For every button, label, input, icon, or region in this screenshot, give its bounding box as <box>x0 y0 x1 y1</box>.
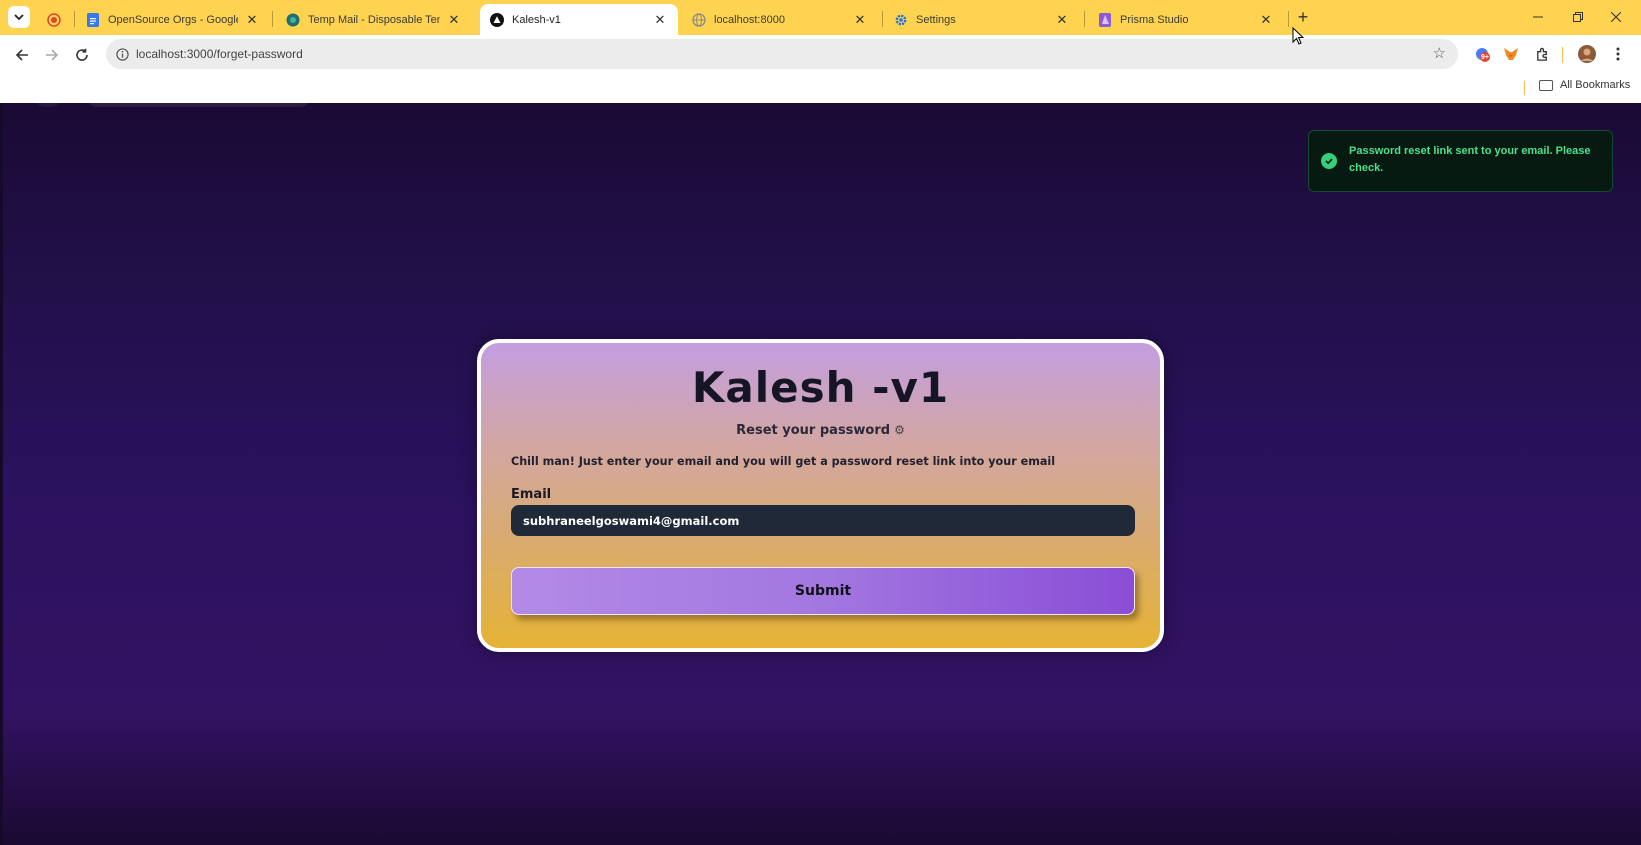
tab-title: Temp Mail - Disposable Tempor <box>308 13 440 26</box>
reload-button[interactable] <box>70 43 94 67</box>
settings-gear-icon <box>894 13 908 27</box>
tab-separator <box>1084 11 1085 27</box>
extensions-button[interactable] <box>1531 43 1553 65</box>
mouse-cursor-icon <box>1292 27 1304 45</box>
tab-separator <box>74 11 75 27</box>
tab-temp-mail[interactable]: Temp Mail - Disposable Tempor ✕ <box>276 4 472 35</box>
tab-separator <box>882 11 883 27</box>
card-subtitle: Reset your password ⚙ <box>481 423 1160 438</box>
tab-recording[interactable] <box>40 4 72 35</box>
toast-message: Password reset link sent to your email. … <box>1349 145 1591 174</box>
kebab-menu-icon <box>1616 47 1620 61</box>
vercel-triangle-icon <box>490 12 504 27</box>
restore-button[interactable] <box>1565 6 1591 28</box>
forget-password-card: Kalesh -v1 Reset your password ⚙ Chill ma… <box>477 339 1164 652</box>
minimize-button[interactable] <box>1525 6 1551 28</box>
toolbar-divider <box>1562 47 1563 63</box>
close-window-button[interactable] <box>1603 6 1629 28</box>
bookmarks-divider <box>1524 81 1525 95</box>
recording-icon <box>47 12 61 27</box>
extension-badge-button[interactable]: 9+ <box>1471 43 1493 65</box>
page-viewport: Password reset link sent to your email. … <box>3 103 1641 845</box>
tab-title: localhost:8000 <box>714 13 785 26</box>
check-circle-icon <box>1321 153 1337 169</box>
google-docs-icon <box>86 12 100 27</box>
tab-title: Settings <box>916 13 956 26</box>
all-bookmarks-label: All Bookmarks <box>1560 79 1631 91</box>
folder-icon <box>1539 79 1553 91</box>
tab-settings[interactable]: Settings ✕ <box>884 4 1080 35</box>
profile-avatar[interactable] <box>1576 43 1598 65</box>
plus-icon: + <box>1297 6 1309 27</box>
tab-localhost-8000[interactable]: localhost:8000 ✕ <box>682 4 878 35</box>
metamask-extension[interactable] <box>1500 43 1522 65</box>
address-bar[interactable]: localhost:3000/forget-password ☆ <box>106 39 1458 69</box>
bookmarks-bar: All Bookmarks <box>0 73 1641 103</box>
all-bookmarks-button[interactable]: All Bookmarks <box>1539 79 1630 91</box>
tab-title: OpenSource Orgs - Google Doc <box>108 13 238 26</box>
arrow-right-icon <box>46 49 59 61</box>
browser-menu-button[interactable] <box>1607 43 1629 65</box>
forward-button[interactable] <box>40 43 64 67</box>
minimize-icon <box>1533 16 1543 18</box>
submit-button[interactable]: Submit <box>511 567 1135 615</box>
tab-title: Kalesh-v1 <box>512 13 561 26</box>
tab-google-docs[interactable]: OpenSource Orgs - Google Doc ✕ <box>76 4 270 35</box>
close-icon[interactable]: ✕ <box>652 12 668 28</box>
close-icon[interactable]: ✕ <box>244 12 260 28</box>
success-toast: Password reset link sent to your email. … <box>1308 130 1613 192</box>
back-button[interactable] <box>10 43 34 67</box>
bookmark-star-icon[interactable]: ☆ <box>1433 44 1446 62</box>
fox-icon <box>1504 48 1518 60</box>
close-icon <box>1611 12 1621 22</box>
restore-icon <box>1573 12 1583 22</box>
app-title: Kalesh -v1 <box>691 363 950 412</box>
arrow-left-icon <box>15 49 28 61</box>
close-icon[interactable]: ✕ <box>1054 12 1070 28</box>
chevron-down-icon <box>14 14 24 21</box>
avatar-icon <box>1578 45 1596 63</box>
card-description: Chill man! Just enter your email and you… <box>511 455 1056 468</box>
tab-title: Prisma Studio <box>1120 13 1189 26</box>
partial-header-element <box>33 103 63 107</box>
tab-kalesh[interactable]: Kalesh-v1 ✕ <box>480 4 678 35</box>
site-info-icon[interactable] <box>114 46 130 62</box>
gear-icon: ⚙ <box>894 423 905 437</box>
url-text: localhost:3000/forget-password <box>136 47 303 61</box>
partial-header-element <box>88 103 310 107</box>
tab-search-button[interactable] <box>8 6 30 28</box>
close-icon[interactable]: ✕ <box>446 12 462 28</box>
email-field[interactable] <box>511 505 1135 536</box>
globe-icon <box>692 12 706 27</box>
email-label: Email <box>511 487 552 502</box>
close-icon[interactable]: ✕ <box>852 12 868 28</box>
browser-toolbar: localhost:3000/forget-password ☆ 9+ <box>0 35 1641 73</box>
new-tab-button[interactable]: + <box>1292 6 1314 28</box>
tab-separator <box>1288 11 1289 27</box>
tab-strip: OpenSource Orgs - Google Doc ✕ Temp Mail… <box>0 0 1641 35</box>
temp-mail-icon <box>286 13 300 27</box>
close-icon[interactable]: ✕ <box>1258 12 1274 28</box>
tab-prisma-studio[interactable]: Prisma Studio ✕ <box>1088 4 1284 35</box>
tab-separator <box>272 11 273 27</box>
reload-icon <box>76 48 88 61</box>
prisma-icon <box>1098 12 1112 27</box>
puzzle-icon <box>1536 47 1547 61</box>
subtitle-text: Reset your password <box>736 423 891 438</box>
extension-badge: 9+ <box>1481 54 1489 61</box>
